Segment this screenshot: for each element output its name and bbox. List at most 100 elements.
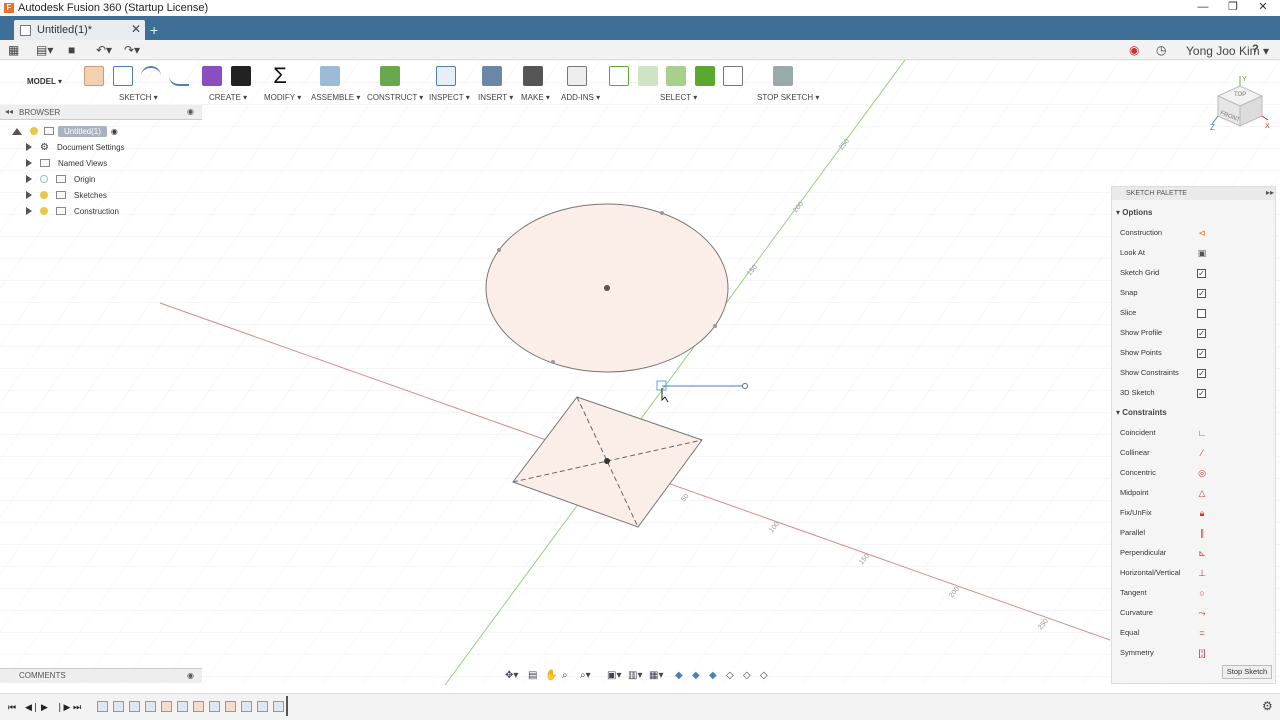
select-through-icon[interactable] (723, 66, 743, 86)
perpendicular-icon[interactable]: ⊾ (1197, 548, 1207, 558)
timeline-feature[interactable] (209, 701, 220, 712)
timeline-feature[interactable] (97, 701, 108, 712)
window-select-icon[interactable] (638, 66, 658, 86)
parallel-icon[interactable]: ∥ (1197, 528, 1207, 538)
pan-hand-icon[interactable]: ✋ (545, 670, 557, 681)
tangent-icon[interactable]: ○ (1197, 588, 1207, 598)
rectangle-tool-icon[interactable] (113, 66, 133, 86)
constraint-collinear[interactable]: Collinear ⁄ (1120, 448, 1270, 460)
timeline-sketch[interactable] (161, 701, 172, 712)
make-3d-print-icon[interactable] (523, 66, 543, 86)
go-to-end-icon[interactable]: ⏭ (73, 702, 81, 713)
redo-icon[interactable]: ↷▾ (124, 43, 140, 57)
timeline-feature[interactable] (129, 701, 140, 712)
timeline-marker[interactable] (286, 696, 288, 716)
construct-menu[interactable]: CONSTRUCT ▾ (367, 93, 423, 102)
visibility-bulb-icon[interactable] (40, 207, 48, 215)
browser-panel-header[interactable]: BROWSER (0, 105, 202, 120)
add-ins-menu[interactable]: ADD-INS ▾ (561, 93, 600, 102)
sketch-point[interactable] (497, 248, 501, 252)
collinear-icon[interactable]: ⁄ (1197, 448, 1207, 458)
timeline-settings-gear-icon[interactable]: ⚙ (1262, 699, 1273, 713)
slice-checkbox[interactable] (1197, 309, 1206, 318)
collapse-browser-icon[interactable]: ◂◂ (5, 107, 13, 116)
zoom-icon[interactable]: ⌕ (562, 670, 568, 681)
job-status-clock-icon[interactable]: ◷ (1156, 43, 1166, 57)
visibility-bulb-icon[interactable] (30, 127, 38, 135)
grid-settings-icon[interactable]: ▥▾ (628, 670, 642, 681)
option-3d-sketch[interactable]: 3D Sketch ✓ (1120, 388, 1270, 400)
options-section-header[interactable]: ▾ Options (1116, 208, 1152, 217)
maximize-button[interactable]: ❐ (1218, 0, 1248, 16)
expand-icon[interactable] (26, 159, 32, 167)
line-end-point[interactable] (742, 383, 748, 389)
data-panel-grid-icon[interactable]: ▦ (8, 43, 19, 57)
3d-sketch-checkbox[interactable]: ✓ (1197, 389, 1206, 398)
browser-item-document-settings[interactable]: ⚙ Document Settings (26, 139, 125, 155)
create-sketch-icon[interactable] (84, 66, 104, 86)
option-show-profile[interactable]: Show Profile ✓ (1120, 328, 1270, 340)
scripts-addins-icon[interactable] (567, 66, 587, 86)
browser-item-named-views[interactable]: Named Views (26, 155, 107, 171)
insert-menu[interactable]: INSERT ▾ (478, 93, 513, 102)
timeline-feature[interactable] (241, 701, 252, 712)
construction-toggle-icon[interactable]: ⊲ (1197, 228, 1207, 238)
select-faces-icon[interactable]: ◆ (692, 670, 700, 681)
curvature-icon[interactable]: ⤳ (1197, 608, 1207, 618)
constraint-horizontal-vertical[interactable]: Horizontal/Vertical ⊥ (1120, 568, 1270, 580)
expand-icon[interactable] (26, 143, 32, 151)
select-features-icon[interactable]: ◇ (760, 670, 768, 681)
select-sketches-icon[interactable]: ◇ (743, 670, 751, 681)
activate-radio-icon[interactable]: ◉ (111, 127, 118, 136)
viewports-icon[interactable]: ▦▾ (649, 670, 663, 681)
option-sketch-grid[interactable]: Sketch Grid ✓ (1120, 268, 1270, 280)
expand-icon[interactable] (26, 191, 32, 199)
browser-pin-icon[interactable]: ◉ (187, 107, 194, 116)
close-window-button[interactable]: ✕ (1248, 0, 1278, 16)
step-back-icon[interactable]: ◀❘ (25, 702, 39, 713)
create-form-icon[interactable] (202, 66, 222, 86)
collapse-icon[interactable] (12, 127, 22, 135)
assemble-joint-icon[interactable] (320, 66, 340, 86)
go-to-start-icon[interactable]: ⏮ (8, 702, 16, 713)
timeline-feature[interactable] (113, 701, 124, 712)
constraint-perpendicular[interactable]: Perpendicular ⊾ (1120, 548, 1270, 560)
new-tab-button[interactable]: + (150, 22, 158, 38)
midpoint-icon[interactable]: △ (1197, 488, 1207, 498)
constraint-midpoint[interactable]: Midpoint △ (1120, 488, 1270, 500)
rectangle-center-point[interactable] (604, 458, 610, 464)
visibility-bulb-icon[interactable] (40, 175, 48, 183)
show-points-checkbox[interactable]: ✓ (1197, 349, 1206, 358)
equal-icon[interactable]: = (1197, 628, 1207, 638)
construct-plane-icon[interactable] (380, 66, 400, 86)
file-menu-icon[interactable]: ▤▾ (36, 43, 53, 57)
extrude-icon[interactable] (231, 66, 251, 86)
coincident-icon[interactable]: ∟ (1197, 428, 1207, 438)
constraint-curvature[interactable]: Curvature ⤳ (1120, 608, 1270, 620)
palette-collapse-icon[interactable]: ▸▸ (1266, 188, 1274, 197)
stop-sketch-icon[interactable] (773, 66, 793, 86)
timeline-feature[interactable] (145, 701, 156, 712)
minimize-button[interactable]: — (1188, 0, 1218, 16)
orbit-icon[interactable]: ✥▾ (505, 670, 518, 681)
constraints-section-header[interactable]: ▾ Constraints (1116, 408, 1167, 417)
document-tab[interactable]: Untitled(1)* ✕ (14, 20, 145, 40)
undo-icon[interactable]: ↶▾ (96, 43, 112, 57)
stop-sketch-menu[interactable]: STOP SKETCH ▾ (757, 93, 819, 102)
sketch-point[interactable] (713, 324, 717, 328)
show-constraints-checkbox[interactable]: ✓ (1197, 369, 1206, 378)
design-canvas[interactable]: 250 200 150 100 50 100 150 200 250 (0, 60, 1280, 685)
constraint-coincident[interactable]: Coincident ∟ (1120, 428, 1270, 440)
option-look-at[interactable]: Look At ▣ (1120, 248, 1270, 260)
option-show-constraints[interactable]: Show Constraints ✓ (1120, 368, 1270, 380)
circle-center-point[interactable] (604, 285, 610, 291)
constraint-symmetry[interactable]: Symmetry [¦] (1120, 648, 1270, 660)
modify-menu[interactable]: MODIFY ▾ (264, 93, 301, 102)
expand-icon[interactable] (26, 207, 32, 215)
option-show-points[interactable]: Show Points ✓ (1120, 348, 1270, 360)
sketch-point[interactable] (551, 360, 555, 364)
browser-item-construction[interactable]: Construction (26, 203, 119, 219)
browser-item-origin[interactable]: Origin (26, 171, 95, 187)
arc-tool-icon[interactable] (141, 66, 161, 86)
browser-root-item[interactable]: Untitled(1) ◉ (12, 123, 118, 139)
